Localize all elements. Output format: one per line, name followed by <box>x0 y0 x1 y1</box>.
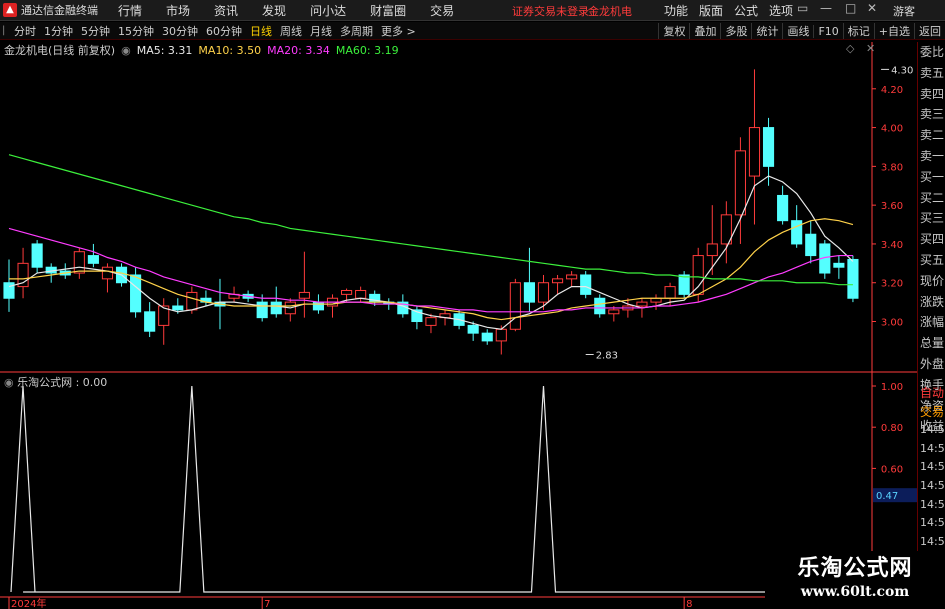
sidebar-item: 委比 <box>920 45 945 59</box>
candle-down <box>791 220 803 245</box>
trade-sidebar-item: 14:56 <box>920 534 945 548</box>
trade-sidebar-item[interactable]: 自动 <box>918 384 945 403</box>
watermark-name: 乐淘公式网 <box>797 556 913 581</box>
candle-down <box>580 274 592 295</box>
candle-up <box>608 309 620 315</box>
price-tick-label: 3.40 <box>881 240 903 251</box>
time-tick-label: 8 <box>686 599 692 609</box>
candle-up <box>636 301 648 307</box>
trade-sidebar-item: 14:56 <box>920 478 945 492</box>
watermark: 乐淘公式网 www.60lt.com <box>765 551 945 609</box>
sidebar-item: 卖三 <box>920 107 945 122</box>
candle-down <box>270 301 282 315</box>
candle-down <box>256 301 268 319</box>
trade-sidebar-item: 14:56 <box>920 460 945 474</box>
sidebar-item: 买一 <box>920 169 945 184</box>
candle-up <box>692 255 704 295</box>
candle-down <box>762 127 775 167</box>
sidebar-item: 卖一 <box>920 148 945 163</box>
diamond-icon[interactable]: ◇ <box>846 42 854 55</box>
candle-up <box>341 289 353 295</box>
candle-down <box>312 301 325 311</box>
indicator-title: 乐淘公式网 : 0.00 <box>17 376 108 389</box>
candle-up <box>495 328 507 342</box>
sidebar-item: 卖四 <box>920 86 945 101</box>
sidebar-item: 买三 <box>920 211 945 226</box>
candle-down <box>833 262 845 268</box>
dropdown-icon[interactable]: ◉ <box>121 44 131 57</box>
trade-sidebar-item[interactable]: 交易 <box>918 403 945 422</box>
candle-down <box>481 332 493 342</box>
chart-canvas[interactable]: 3.00 3.20 3.40 3.60 3.80 4.00 4.20 4.30 2.83 2024… <box>0 0 945 609</box>
annotation-label: 2.83 <box>596 350 618 361</box>
candle-down <box>847 258 859 299</box>
trade-sidebar-item: 14:56 <box>920 423 945 437</box>
stock-title: 金龙机电(日线 前复权) <box>4 44 116 57</box>
sidebar-item: 外盘 <box>920 356 945 371</box>
trade-sidebar-item: 14:56 <box>920 497 945 511</box>
price-tick-label: 3.20 <box>881 279 903 290</box>
quote-sidebar: 委比 卖五 卖四 卖三 卖二 卖一 买一 买二 买三 买四 买五 现价 涨跌 涨幅 总量 外盘 换手 净资 收益 <box>917 42 945 433</box>
sidebar-item: 涨跌 <box>920 294 945 309</box>
time-tick-label: 2024年 <box>11 597 46 609</box>
time-tick-label: 7 <box>264 599 270 609</box>
indicator-tick-label: 0.60 <box>881 464 903 475</box>
sidebar-item: 买五 <box>920 252 945 267</box>
ma5-label: MA5: 3.31 <box>136 43 193 57</box>
candle-up <box>186 291 198 311</box>
candle-up <box>73 251 85 274</box>
indicator-tick-label: 0.80 <box>881 423 903 434</box>
candle-down <box>594 297 606 315</box>
sidebar-item: 总量 <box>920 336 945 351</box>
candle-up <box>355 289 367 299</box>
price-tick-label: 3.00 <box>881 318 903 329</box>
indicator-dropdown-icon[interactable]: ◉ <box>4 376 14 389</box>
candle-up <box>509 282 521 330</box>
indicator-line <box>10 385 853 593</box>
candle-up <box>566 274 578 280</box>
candle-down <box>678 274 690 295</box>
price-tick-label: 3.60 <box>881 201 903 212</box>
chart-controls: ◇ ✕ <box>846 42 875 55</box>
candle-up <box>734 150 746 216</box>
candle-up <box>706 243 718 257</box>
price-tick-label: 4.20 <box>881 85 903 96</box>
trade-sidebar-item: 14:56 <box>920 441 945 455</box>
candle-down <box>87 255 99 264</box>
ma60-label: MA60: 3.19 <box>335 43 399 57</box>
candle-up <box>748 127 761 177</box>
candle-down <box>31 243 43 268</box>
indicator-header: ◉ 乐淘公式网 : 0.00 <box>4 374 107 390</box>
candle-up <box>298 291 310 299</box>
ma20-label: MA20: 3.34 <box>267 43 330 57</box>
sidebar-item: 现价 <box>920 273 945 288</box>
close-panel-icon[interactable]: ✕ <box>866 42 875 55</box>
candle-down <box>805 233 817 257</box>
ma10-label: MA10: 3.50 <box>198 43 262 57</box>
candle-down <box>523 282 535 303</box>
sidebar-item: 涨幅 <box>920 315 945 330</box>
price-tick-label: 3.80 <box>881 162 903 173</box>
price-tick-label: 4.00 <box>881 124 903 135</box>
candle-up <box>101 266 114 280</box>
candle-down <box>467 324 479 334</box>
candle-down <box>144 311 156 332</box>
watermark-url: www.60lt.com <box>800 584 910 600</box>
sidebar-item: 买二 <box>920 190 945 205</box>
candle-up <box>425 317 437 326</box>
main-chart-header: 金龙机电(日线 前复权) ◉ MA5: 3.31 MA10: 3.50 MA20… <box>4 42 399 58</box>
sidebar-item: 卖五 <box>920 65 945 80</box>
candle-down <box>777 194 789 222</box>
candle-up <box>551 278 564 284</box>
sidebar-item: 买四 <box>920 232 945 247</box>
annotation-label: 4.30 <box>891 65 913 76</box>
trade-sidebar-item: 14:56 <box>920 516 945 530</box>
candle-up <box>537 282 550 303</box>
indicator-tick-label: 1.00 <box>881 382 903 393</box>
candle-up <box>664 286 676 299</box>
sidebar-item: 卖二 <box>920 128 945 143</box>
value-tag: 0.47 <box>876 491 898 502</box>
candle-down <box>130 274 142 313</box>
candle-down <box>172 305 184 311</box>
